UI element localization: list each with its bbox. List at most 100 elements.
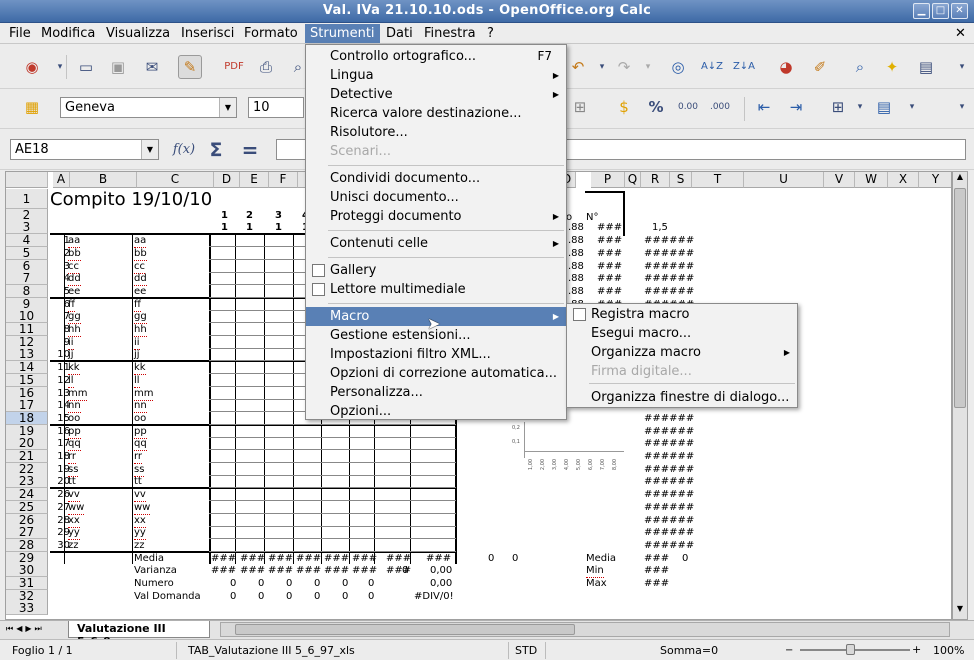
scroll-up-icon[interactable]: ▲ — [953, 172, 967, 186]
scroll-down-icon[interactable]: ▼ — [953, 604, 967, 618]
menu-file[interactable]: File — [4, 24, 36, 43]
tab-nav-icons[interactable]: ⏮◀▶⏭ — [6, 624, 45, 634]
menu-strumenti[interactable]: Strumenti — [305, 24, 380, 43]
find-replace-icon[interactable]: ⌕ — [848, 55, 872, 79]
zoom-out-icon[interactable]: − — [785, 645, 793, 656]
row-header-28[interactable]: 28 — [6, 538, 48, 552]
borders-icon[interactable]: ⊞ — [826, 95, 850, 119]
column-header-f[interactable]: F — [269, 172, 298, 188]
row-header-15[interactable]: 15 — [6, 373, 48, 387]
column-header-w[interactable]: W — [855, 172, 888, 188]
column-header-r[interactable]: R — [641, 172, 670, 188]
undo-icon[interactable]: ↶ — [566, 55, 590, 79]
currency-format-icon[interactable]: $ — [612, 95, 636, 119]
standard-format-icon[interactable]: 0.00 — [676, 95, 700, 119]
zoom-level[interactable]: 100% — [933, 643, 964, 658]
menu-item-controllo-ortografico[interactable]: Controllo ortografico... F7 — [306, 47, 566, 66]
sheet-tab[interactable]: Valutazione III 5_6_9... — [68, 621, 210, 648]
column-header-v[interactable]: V — [824, 172, 855, 188]
menu-item-contenuti-celle[interactable]: Contenuti celle ▶ — [306, 234, 566, 253]
gallery-icon[interactable]: ▤ — [914, 55, 938, 79]
redo-icon[interactable]: ↷ — [612, 55, 636, 79]
column-header-q[interactable]: Q — [625, 172, 641, 188]
email-icon[interactable]: ✉ — [140, 55, 164, 79]
status-sum[interactable]: Somma=0 — [660, 643, 718, 658]
menu-item-lettore-multimediale[interactable]: Lettore multimediale — [306, 280, 566, 299]
menu-formato[interactable]: Formato — [239, 24, 303, 43]
column-header-t[interactable]: T — [692, 172, 744, 188]
row-header-25[interactable]: 25 — [6, 500, 48, 514]
column-header-b[interactable]: B — [70, 172, 137, 188]
zoom-slider-handle[interactable] — [846, 644, 855, 655]
new-document-icon[interactable]: ◉ — [20, 55, 44, 79]
menu-item-personalizza[interactable]: Personalizza... — [306, 383, 566, 402]
menu-dati[interactable]: Dati — [381, 24, 418, 43]
menu-finestra[interactable]: Finestra — [419, 24, 481, 43]
edit-file-icon[interactable]: ✎ — [178, 55, 202, 79]
column-header-p[interactable]: P — [591, 172, 625, 188]
add-decimal-icon[interactable]: .000 — [708, 95, 732, 119]
export-pdf-icon[interactable]: PDF — [222, 55, 246, 79]
menu-item-gallery[interactable]: Gallery — [306, 261, 566, 280]
menu-visualizza[interactable]: Visualizza — [101, 24, 175, 43]
toolbar-overflow-icon[interactable]: ▾ — [950, 95, 974, 119]
column-header-x[interactable]: X — [888, 172, 919, 188]
zoom-in-icon[interactable]: + — [912, 643, 921, 656]
menu-item-detective[interactable]: Detective ▶ — [306, 85, 566, 104]
menu-inserisci[interactable]: Inserisci — [176, 24, 239, 43]
bgcolor-dropdown-icon[interactable]: ▾ — [900, 95, 924, 119]
close-window-button[interactable]: ✕ — [951, 3, 968, 19]
chevron-down-icon[interactable]: ▼ — [141, 140, 158, 159]
menu-item-lingua[interactable]: Lingua ▶ — [306, 66, 566, 85]
column-header-y[interactable]: Y — [919, 172, 951, 188]
function-wizard-icon[interactable]: f(x) — [172, 138, 196, 162]
menu-help[interactable]: ? — [482, 24, 499, 43]
column-header-c[interactable]: C — [137, 172, 214, 188]
selection-mode[interactable]: STD — [515, 643, 537, 658]
corner-select-all[interactable] — [6, 172, 48, 188]
sort-ascending-icon[interactable]: A↓Z — [700, 55, 724, 79]
column-header-d[interactable]: D — [214, 172, 240, 188]
font-name-combo[interactable]: Geneva ▼ — [60, 97, 237, 118]
navigator-icon[interactable]: ✦ — [880, 55, 904, 79]
menu-item-risolutore[interactable]: Risolutore... — [306, 123, 566, 142]
open-icon[interactable]: ▭ — [74, 55, 98, 79]
row-header-1[interactable]: 1 — [6, 189, 48, 209]
page-style[interactable]: TAB_Valutazione III 5_6_97_xls — [188, 643, 355, 658]
menu-item-registra-macro[interactable]: Registra macro — [567, 305, 797, 324]
column-header-s[interactable]: S — [670, 172, 692, 188]
new-dropdown-icon[interactable]: ▾ — [48, 55, 72, 79]
redo-dropdown-icon[interactable]: ▾ — [636, 55, 660, 79]
chart-icon[interactable]: ◕ — [774, 55, 798, 79]
menu-item-unisci-documento[interactable]: Unisci documento... — [306, 188, 566, 207]
font-size-combo[interactable]: 10 — [248, 97, 304, 118]
column-header-e[interactable]: E — [240, 172, 269, 188]
undo-dropdown-icon[interactable]: ▾ — [590, 55, 614, 79]
menu-item-condividi-documento[interactable]: Condividi documento... — [306, 169, 566, 188]
name-box[interactable]: AE18 ▼ — [10, 139, 159, 160]
row-header-18[interactable]: 18 — [6, 411, 48, 425]
background-color-icon[interactable]: ▤ — [872, 95, 896, 119]
menu-item-proteggi-documento[interactable]: Proteggi documento ▶ — [306, 207, 566, 226]
menu-item-impostazioni-filtro-xml[interactable]: Impostazioni filtro XML... — [306, 345, 566, 364]
horizontal-scrollbar[interactable] — [220, 622, 950, 637]
menu-item-opzioni-di-correzione-automatica[interactable]: Opzioni di correzione automatica... — [306, 364, 566, 383]
vertical-scroll-thumb[interactable] — [954, 188, 966, 408]
menu-item-opzioni[interactable]: Opzioni... — [306, 402, 566, 421]
row-header-8[interactable]: 8 — [6, 284, 48, 298]
decrease-indent-icon[interactable]: ⇤ — [752, 95, 776, 119]
menu-item-organizza-finestre-di-dialogo[interactable]: Organizza finestre di dialogo... — [567, 388, 797, 407]
formula-equals-icon[interactable]: = — [238, 138, 262, 162]
hyperlink-icon[interactable]: ◎ — [666, 55, 690, 79]
column-header-a[interactable]: A — [53, 172, 70, 188]
print-icon[interactable]: ⎙ — [254, 55, 278, 79]
increase-indent-icon[interactable]: ⇥ — [784, 95, 808, 119]
draw-functions-icon[interactable]: ✐ — [808, 55, 832, 79]
styles-icon[interactable]: ▦ — [20, 95, 44, 119]
row-header-33[interactable]: 33 — [6, 602, 48, 616]
row-header-5[interactable]: 5 — [6, 246, 48, 260]
maximize-button[interactable]: □ — [932, 3, 949, 19]
menu-item-organizza-macro[interactable]: Organizza macro ▶ — [567, 343, 797, 362]
sum-icon[interactable]: Σ — [204, 138, 228, 162]
column-header-u[interactable]: U — [744, 172, 824, 188]
